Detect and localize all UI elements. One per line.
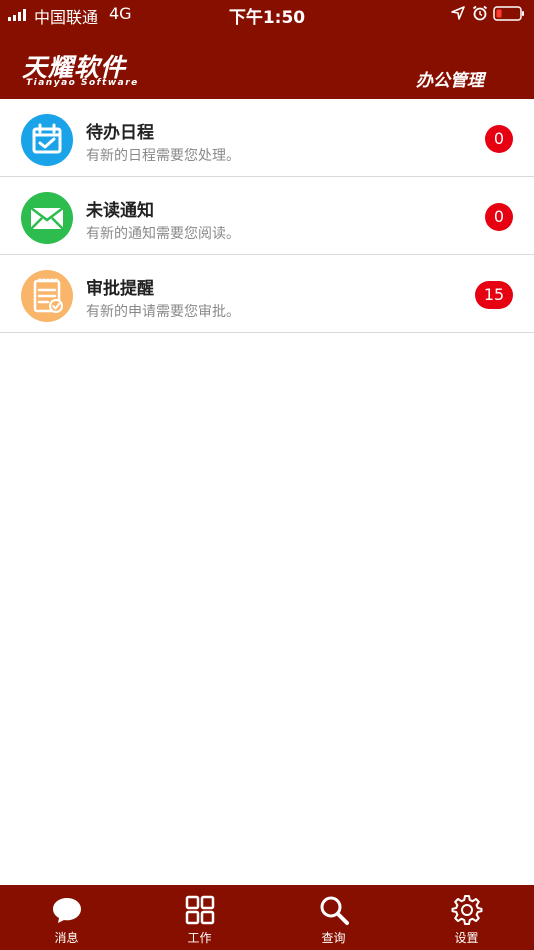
list-item-subtitle: 有新的通知需要您阅读。 [86, 226, 240, 242]
list-item-title: 审批提醒 [86, 279, 154, 299]
battery-icon [493, 6, 524, 21]
envelope-icon [21, 192, 73, 244]
tab-search[interactable]: 查询 [267, 885, 400, 950]
search-icon [320, 896, 349, 925]
list-item-subtitle: 有新的申请需要您审批。 [86, 304, 240, 320]
count-badge: 0 [485, 203, 513, 231]
logo-subtext: Tianyao Software [26, 78, 139, 88]
list-item-approval[interactable]: 审批提醒 有新的申请需要您审批。 15 [0, 255, 534, 333]
list-item-schedule[interactable]: 待办日程 有新的日程需要您处理。 0 [0, 99, 534, 177]
grid-icon [185, 895, 214, 925]
top-area: 中国联通 4G 下午1:50 天耀软件 Tianyao Software 办公管… [0, 0, 534, 99]
gear-icon [451, 895, 482, 925]
app-header: 天耀软件 Tianyao Software 办公管理 [0, 28, 534, 99]
list-item-subtitle: 有新的日程需要您处理。 [86, 148, 240, 164]
location-arrow-icon [451, 6, 465, 20]
tab-settings[interactable]: 设置 [400, 885, 533, 950]
chat-bubble-icon [52, 898, 81, 923]
list-item-title: 未读通知 [86, 201, 154, 221]
reminder-list: 待办日程 有新的日程需要您处理。 0 未读通知 有新的通知需要您阅读。 0 审批… [0, 99, 534, 333]
calendar-check-icon [21, 114, 73, 166]
tab-work[interactable]: 工作 [133, 885, 266, 950]
count-badge: 0 [485, 125, 513, 153]
tab-label: 消息 [54, 931, 79, 945]
document-check-icon [21, 270, 73, 322]
tab-label: 设置 [454, 931, 479, 945]
count-badge: 15 [475, 281, 513, 309]
status-bar: 中国联通 4G 下午1:50 [0, 0, 534, 28]
page-title: 办公管理 [416, 71, 484, 91]
tab-messages[interactable]: 消息 [0, 885, 133, 950]
tab-label: 查询 [321, 931, 346, 945]
alarm-clock-icon [472, 5, 488, 21]
tab-label: 工作 [187, 931, 212, 945]
bottom-tab-bar: 消息 工作 查询 设置 [0, 885, 534, 950]
list-item-title: 待办日程 [86, 123, 154, 143]
list-item-notice[interactable]: 未读通知 有新的通知需要您阅读。 0 [0, 177, 534, 255]
